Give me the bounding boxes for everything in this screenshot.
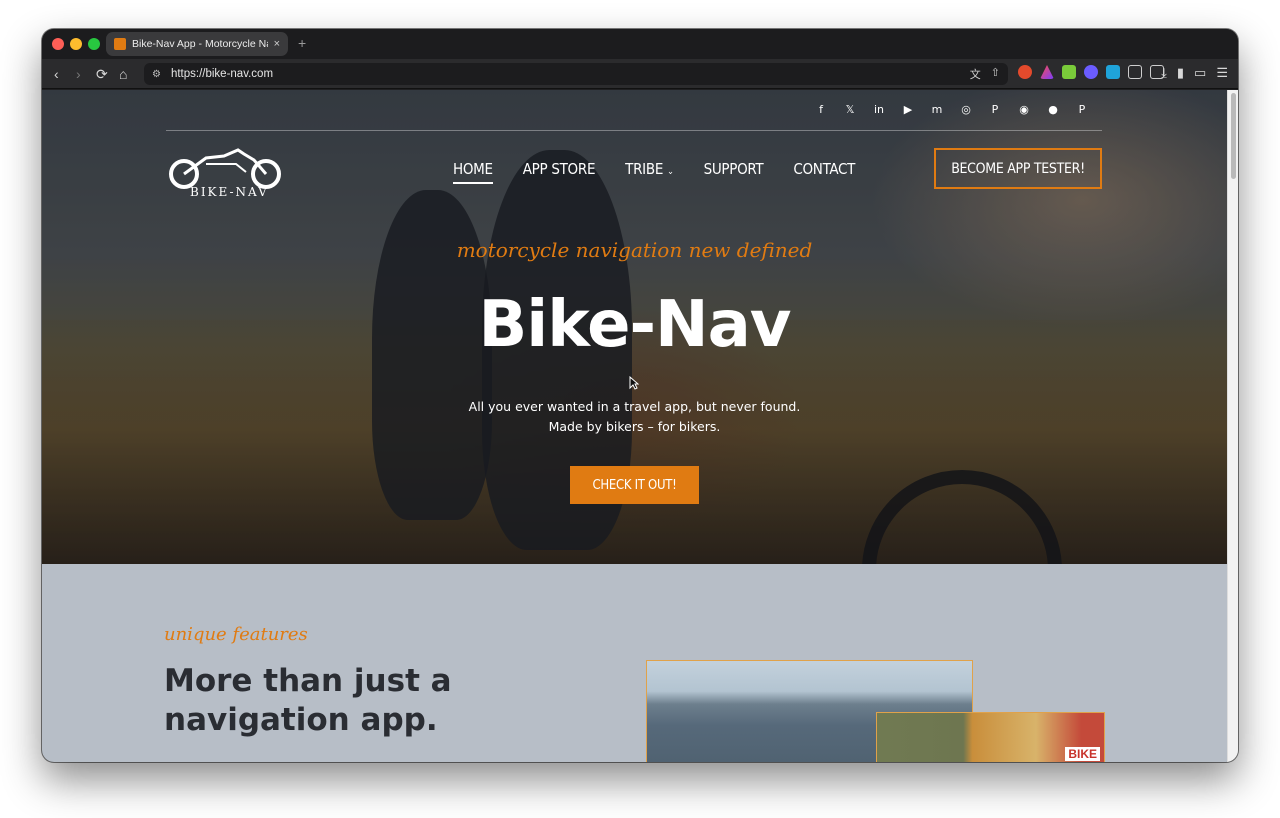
- brave-shield-icon[interactable]: [1018, 65, 1032, 79]
- hero-title: Bike-Nav: [478, 288, 792, 362]
- tab-close-icon[interactable]: ×: [274, 38, 280, 50]
- sidebar-icon[interactable]: ▮: [1177, 65, 1184, 81]
- nav-support[interactable]: SUPPORT: [704, 160, 764, 184]
- home-icon[interactable]: ⌂: [119, 66, 127, 82]
- download-icon[interactable]: ⤓: [1161, 65, 1167, 81]
- hero-subtitle: All you ever wanted in a travel app, but…: [42, 397, 1227, 437]
- facebook-icon[interactable]: f: [812, 100, 830, 118]
- bike-sign-text: BIKE: [1065, 747, 1100, 761]
- menu-icon[interactable]: ☰: [1216, 65, 1228, 81]
- chevron-down-icon: ⌄: [667, 167, 674, 177]
- nav-home[interactable]: HOME: [453, 160, 493, 184]
- scrollbar-thumb[interactable]: [1231, 93, 1236, 179]
- paypal-icon[interactable]: P: [1073, 100, 1091, 118]
- nav-contact[interactable]: CONTACT: [793, 160, 855, 184]
- new-tab-button[interactable]: +: [298, 35, 306, 51]
- mouse-cursor-icon: [629, 376, 639, 390]
- nav-app-store[interactable]: APP STORE: [523, 160, 596, 184]
- translate-icon[interactable]: 文: [970, 66, 981, 82]
- url-text: https://bike-nav.com: [170, 68, 274, 80]
- pinterest-icon[interactable]: P: [986, 100, 1004, 118]
- mastodon-icon[interactable]: m: [928, 100, 946, 118]
- hero-tagline: motorcycle navigation new defined: [456, 238, 813, 262]
- browser-toolbar: ‹ › ⟳ ⌂ ⚙ https://bike-nav.com 文 ⇧ ⤓ ▮ ▭…: [42, 59, 1238, 89]
- wallet-icon[interactable]: ▭: [1194, 65, 1206, 81]
- linkedin-icon[interactable]: in: [870, 100, 888, 118]
- brave-rewards-icon[interactable]: [1040, 65, 1054, 79]
- hero-subtitle-line-1: All you ever wanted in a travel app, but…: [468, 399, 801, 414]
- site-settings-icon[interactable]: ⚙: [152, 69, 161, 80]
- header-divider: [166, 130, 1102, 131]
- favicon-icon: [114, 38, 126, 50]
- close-window-button[interactable]: [52, 38, 64, 50]
- nav-tribe-label: TRIBE: [625, 160, 664, 178]
- main-navigation: HOME APP STORE TRIBE ⌄ SUPPORT CONTACT: [453, 160, 855, 184]
- logo-text: BIKE-NAV: [190, 185, 269, 199]
- minimize-window-button[interactable]: [70, 38, 82, 50]
- back-icon[interactable]: ‹: [54, 66, 59, 82]
- browser-window: Bike-Nav App - Motorcycle Na × + ‹ › ⟳ ⌂…: [42, 29, 1238, 762]
- reload-icon[interactable]: ⟳: [96, 66, 108, 82]
- page-viewport: f 𝕏 in ▶ m ◎ P ◉ ● P BIKE-NAV HOME APP S…: [42, 90, 1238, 762]
- forward-icon[interactable]: ›: [76, 66, 81, 82]
- instagram-icon[interactable]: ◎: [957, 100, 975, 118]
- extension-purple-icon[interactable]: [1084, 65, 1098, 79]
- tab-bike-nav[interactable]: Bike-Nav App - Motorcycle Na ×: [106, 32, 288, 56]
- hero-section: f 𝕏 in ▶ m ◎ P ◉ ● P BIKE-NAV HOME APP S…: [42, 90, 1227, 564]
- discord-icon[interactable]: ◉: [1015, 100, 1033, 118]
- social-links: f 𝕏 in ▶ m ◎ P ◉ ● P: [812, 100, 1091, 118]
- become-app-tester-button[interactable]: BECOME APP TESTER!: [934, 148, 1102, 189]
- bike-sign-photo: BIKE: [876, 712, 1105, 762]
- check-it-out-button[interactable]: CHECK IT OUT!: [570, 466, 699, 504]
- page-scrollbar[interactable]: [1227, 90, 1238, 762]
- hero-subtitle-line-2: Made by bikers – for bikers.: [548, 419, 721, 434]
- maximize-window-button[interactable]: [88, 38, 100, 50]
- tab-strip: Bike-Nav App - Motorcycle Na × +: [42, 29, 1238, 59]
- youtube-icon[interactable]: ▶: [899, 100, 917, 118]
- extensions-puzzle-icon[interactable]: [1128, 65, 1142, 79]
- threads-icon[interactable]: ●: [1044, 100, 1062, 118]
- extension-blue-icon[interactable]: [1106, 65, 1120, 79]
- extension-chart-icon[interactable]: [1062, 65, 1076, 79]
- share-icon[interactable]: ⇧: [991, 66, 1000, 82]
- features-kicker: unique features: [164, 624, 308, 645]
- x-icon[interactable]: 𝕏: [841, 100, 859, 118]
- features-title: More than just a navigation app.: [164, 663, 452, 738]
- nav-tribe[interactable]: TRIBE ⌄: [625, 160, 674, 184]
- tab-title: Bike-Nav App - Motorcycle Na: [132, 38, 268, 50]
- address-bar[interactable]: ⚙ https://bike-nav.com 文 ⇧: [144, 63, 1008, 85]
